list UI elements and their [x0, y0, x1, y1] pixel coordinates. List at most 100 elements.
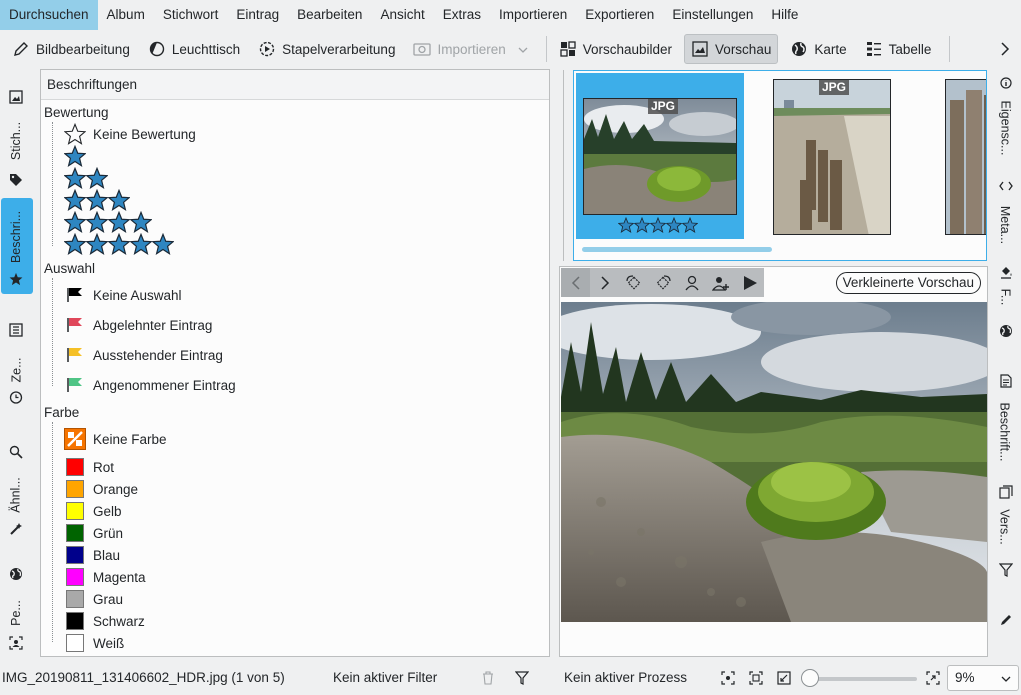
thumbnails-view-button[interactable]: Vorschaubilder: [553, 34, 678, 64]
light-table-button[interactable]: Leuchttisch: [142, 34, 246, 64]
zoom-fit-icon[interactable]: [720, 670, 736, 686]
menu-hilfe[interactable]: Hilfe: [762, 0, 807, 30]
tab-timeline[interactable]: Ze...: [5, 350, 27, 390]
thumbnail-1[interactable]: JPG: [583, 98, 737, 215]
rating-1-star[interactable]: [64, 145, 86, 167]
reduced-preview-button[interactable]: Verkleinerte Vorschau: [835, 272, 981, 294]
pick-header: Auswahl: [44, 261, 96, 276]
menu-durchsuchen[interactable]: Durchsuchen: [0, 0, 98, 30]
slideshow-button[interactable]: [735, 268, 764, 297]
tab-filters[interactable]: F...: [994, 282, 1016, 312]
status-filter: Kein aktiver Filter: [333, 670, 438, 685]
image-editor-button[interactable]: Bildbearbeitung: [6, 34, 136, 64]
edit-icon[interactable]: [998, 612, 1014, 628]
table-view-button[interactable]: Tabelle: [859, 34, 938, 64]
color-label-grün[interactable]: Grün: [64, 522, 123, 544]
menu-ansicht[interactable]: Ansicht: [371, 0, 433, 30]
menu-eintrag[interactable]: Eintrag: [227, 0, 288, 30]
rating-none[interactable]: Keine Bewertung: [64, 123, 196, 145]
tab-labels[interactable]: Beschri...: [5, 206, 27, 268]
batch-icon: [258, 40, 276, 58]
thumbnail-3[interactable]: [945, 79, 986, 235]
tab-captions[interactable]: Beschrift...: [994, 392, 1016, 472]
menu-exportieren[interactable]: Exportieren: [576, 0, 663, 30]
tab-versions[interactable]: Vers...: [994, 502, 1016, 552]
menu-bearbeiten[interactable]: Bearbeiten: [288, 0, 371, 30]
pencil-icon: [12, 40, 30, 58]
toolbar-overflow-button[interactable]: [995, 34, 1015, 64]
tab-similarity[interactable]: Ähnl...: [5, 470, 27, 520]
color-label-orange[interactable]: Orange: [64, 478, 138, 500]
trash-icon[interactable]: [480, 670, 496, 686]
albums-tab-icon[interactable]: [7, 88, 25, 106]
zoom-slider-handle[interactable]: [801, 669, 819, 687]
thumbnail-2[interactable]: JPG: [773, 79, 891, 235]
grid-icon: [559, 40, 577, 58]
face-tags-button[interactable]: [677, 268, 706, 297]
color-label-schwarz[interactable]: Schwarz: [64, 610, 145, 632]
rating-5-stars[interactable]: [64, 233, 174, 255]
globe-icon[interactable]: [998, 323, 1014, 339]
zoom-out-icon[interactable]: [776, 670, 792, 686]
color-label-text: Rot: [93, 459, 115, 475]
rotate-right-button[interactable]: [648, 268, 677, 297]
rotate-left-button[interactable]: [619, 268, 648, 297]
panel-splitter[interactable]: [563, 70, 564, 261]
tag-icon[interactable]: [7, 171, 25, 189]
menu-bar: Durchsuchen Album Stichwort Eintrag Bear…: [0, 0, 1021, 30]
previous-image-button[interactable]: [561, 268, 590, 297]
color-none[interactable]: Keine Farbe: [64, 428, 167, 450]
map-view-button[interactable]: Karte: [784, 34, 852, 64]
pick-pending[interactable]: Ausstehender Eintrag: [64, 344, 223, 366]
color-label-text: Orange: [93, 481, 139, 497]
pick-none[interactable]: Keine Auswahl: [64, 284, 182, 306]
color-label-weiß[interactable]: Weiß: [64, 632, 124, 654]
filter-icon[interactable]: [514, 670, 530, 686]
color-label-rot[interactable]: Rot: [64, 456, 114, 478]
tab-properties[interactable]: Eigensc...: [994, 98, 1016, 158]
search-icon[interactable]: [7, 443, 25, 461]
zoom-combo[interactable]: 9%: [947, 665, 1019, 691]
tab-people[interactable]: Pe...: [5, 595, 27, 631]
rating-3-stars[interactable]: [64, 189, 130, 211]
filter-icon[interactable]: [998, 562, 1014, 578]
color-label-grau[interactable]: Grau: [64, 588, 123, 610]
paint-bucket-icon[interactable]: [998, 264, 1014, 280]
add-face-button[interactable]: [706, 268, 735, 297]
color-swatch: [64, 500, 86, 522]
flag-green-icon: [64, 374, 86, 396]
rating-2-stars[interactable]: [64, 167, 108, 189]
code-icon[interactable]: [998, 178, 1014, 194]
rating-header: Bewertung: [44, 105, 109, 120]
pick-rejected[interactable]: Abgelehnter Eintrag: [64, 314, 212, 336]
zoom-window-icon[interactable]: [748, 670, 764, 686]
color-label-magenta[interactable]: Magenta: [64, 566, 146, 588]
next-image-button[interactable]: [590, 268, 619, 297]
import-button[interactable]: Importieren: [407, 34, 533, 64]
menu-stichwort[interactable]: Stichwort: [154, 0, 228, 30]
rating-4-stars[interactable]: [64, 211, 152, 233]
batch-queue-button[interactable]: Stapelverarbeitung: [252, 34, 401, 64]
zoom-slider-track[interactable]: [807, 677, 917, 681]
color-label-blau[interactable]: Blau: [64, 544, 120, 566]
image-editor-label: Bildbearbeitung: [36, 41, 130, 57]
menu-extras[interactable]: Extras: [434, 0, 490, 30]
tab-tags[interactable]: Stich...: [5, 112, 27, 170]
pick-accepted-label: Angenommener Eintrag: [93, 377, 236, 393]
menu-album[interactable]: Album: [98, 0, 154, 30]
properties-tab-icon[interactable]: [998, 75, 1014, 91]
preview-view-button[interactable]: Vorschau: [684, 34, 779, 64]
flag-black-icon: [64, 284, 86, 306]
tab-metadata[interactable]: Meta...: [994, 200, 1016, 250]
document-icon[interactable]: [998, 373, 1014, 389]
preview-panel: Verkleinerte Vorschau: [559, 266, 988, 657]
versions-icon[interactable]: [998, 484, 1014, 500]
zoom-in-icon[interactable]: [925, 670, 941, 686]
menu-importieren[interactable]: Importieren: [490, 0, 576, 30]
menu-einstellungen[interactable]: Einstellungen: [663, 0, 762, 30]
thumbnail-scrollbar[interactable]: [582, 247, 772, 252]
color-label-gelb[interactable]: Gelb: [64, 500, 122, 522]
globe-icon[interactable]: [7, 565, 25, 583]
pick-accepted[interactable]: Angenommener Eintrag: [64, 374, 236, 396]
timeline-tab-icon[interactable]: [7, 321, 25, 339]
